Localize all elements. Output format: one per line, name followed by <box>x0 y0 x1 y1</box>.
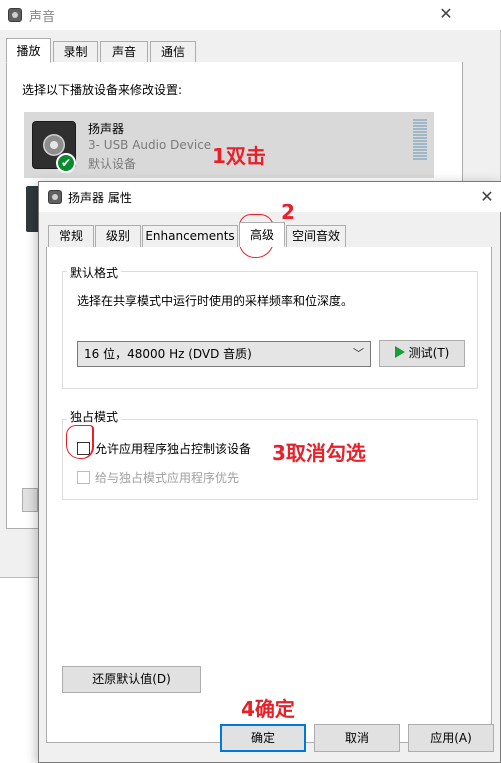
restore-defaults-button[interactable]: 还原默认值(D) <box>62 666 201 693</box>
props-close-icon[interactable]: ✕ <box>475 185 499 209</box>
allow-exclusive-label[interactable]: 允许应用程序独占控制该设备 <box>95 440 251 457</box>
apply-button[interactable]: 应用(A) <box>408 724 494 752</box>
annotation-step2: 2 <box>281 200 295 224</box>
annotation-step1: 1双击 <box>212 144 266 168</box>
tab-levels[interactable]: 级别 <box>95 225 141 247</box>
device-description: 3- USB Audio Device <box>88 138 212 152</box>
device-status: 默认设备 <box>88 157 137 171</box>
play-icon <box>394 346 405 358</box>
tab-communications[interactable]: 通信 <box>150 41 196 63</box>
tab-sounds[interactable]: 声音 <box>100 41 148 63</box>
sound-app-icon <box>8 8 22 22</box>
default-format-group <box>62 271 478 389</box>
exclusive-mode-group <box>62 419 478 500</box>
default-format-label: 默认格式 <box>67 264 122 281</box>
ok-button[interactable]: 确定 <box>220 724 306 752</box>
speaker-properties-dialog: 扬声器 属性 ✕ 常规 级别 Enhancements 高级 空间音效 默认格式… <box>38 181 501 763</box>
volume-level-meter <box>413 119 427 161</box>
default-format-description: 选择在共享模式中运行时使用的采样频率和位深度。 <box>77 294 354 308</box>
exclusive-mode-label: 独占模式 <box>67 408 122 425</box>
props-titlebar: 扬声器 属性 ✕ <box>39 182 501 212</box>
format-select-value: 16 位，48000 Hz (DVD 音质) <box>84 347 252 361</box>
test-button[interactable]: 测试(T) <box>379 340 465 367</box>
annotation-step4: 4确定 <box>241 697 295 721</box>
sound-titlebar: 声音 ✕ <box>0 0 501 30</box>
props-title: 扬声器 属性 <box>68 191 132 205</box>
annotation-step3: 3取消勾选 <box>272 441 366 465</box>
sound-close-icon[interactable]: ✕ <box>434 2 458 26</box>
sound-configure-button[interactable] <box>22 488 38 512</box>
cancel-button[interactable]: 取消 <box>314 724 400 752</box>
give-priority-checkbox[interactable] <box>77 471 90 484</box>
check-icon: ✔ <box>56 153 76 173</box>
tab-playback[interactable]: 播放 <box>6 38 51 63</box>
playback-instruction: 选择以下播放设备来修改设置: <box>22 83 183 97</box>
tab-advanced[interactable]: 高级 <box>239 222 285 247</box>
device-name: 扬声器 <box>88 122 125 136</box>
props-app-icon <box>48 190 62 204</box>
sound-window-title: 声音 <box>29 10 56 25</box>
annotation-circle-checkbox <box>66 425 94 459</box>
tab-general[interactable]: 常规 <box>48 225 94 247</box>
tab-enhancements[interactable]: Enhancements <box>142 225 238 247</box>
give-priority-label[interactable]: 给与独占模式应用程序优先 <box>95 469 239 486</box>
test-button-label: 测试(T) <box>408 346 450 360</box>
tab-recording[interactable]: 录制 <box>53 41 98 63</box>
chevron-down-icon: ﹀ <box>353 347 364 360</box>
format-select[interactable]: 16 位，48000 Hz (DVD 音质) ﹀ <box>77 341 371 367</box>
tab-spatial-sound[interactable]: 空间音效 <box>286 225 346 247</box>
